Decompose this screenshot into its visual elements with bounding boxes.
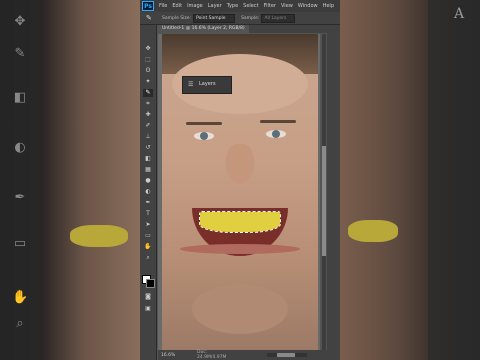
document-tab-bar: Untitled-1 @ 16.6% (Layer 2, RGB/8) (158, 25, 340, 33)
lasso-tool-icon[interactable]: ʘ (143, 67, 153, 75)
healing-tool-icon[interactable]: ✚ (143, 111, 153, 119)
ghost-eraser-icon: ◧ (13, 90, 27, 105)
sample-size-select[interactable]: Point Sample (193, 13, 236, 23)
ghost-pen-icon: ✒ (14, 190, 26, 205)
photo-right-eye (266, 130, 286, 138)
menu-bar: Ps File Edit Image Layer Type Select Fil… (140, 0, 340, 12)
ghost-panel-right (428, 0, 480, 360)
ghost-hand-icon: ✋ (12, 290, 29, 305)
photo-nose (226, 144, 254, 184)
blur-tool-icon[interactable]: ● (143, 177, 153, 185)
document-tab[interactable]: Untitled-1 @ 16.6% (Layer 2, RGB/8) (158, 25, 249, 33)
sample-size-label: Sample Size: (162, 15, 192, 21)
layers-panel-collapsed[interactable]: ☰ Layers (182, 76, 232, 94)
background-color-swatch[interactable] (146, 279, 155, 288)
eyedropper-icon[interactable]: ✎ (146, 14, 156, 22)
quick-select-tool-icon[interactable]: ✦ (143, 78, 153, 86)
menu-window[interactable]: Window (298, 3, 318, 9)
ghost-teeth-left (70, 225, 128, 247)
photo-left-brow (186, 122, 222, 125)
brush-tool-icon[interactable]: ✐ (143, 122, 153, 130)
eraser-tool-icon[interactable]: ◧ (143, 155, 153, 163)
type-tool-icon[interactable]: T (143, 210, 153, 218)
document-info: Doc: 24.9M/4.97M (197, 350, 227, 360)
sample-label: Sample: (241, 15, 260, 21)
right-panel-dock (327, 25, 340, 360)
photo-right-brow (260, 120, 296, 123)
clone-stamp-tool-icon[interactable]: ⊥ (143, 133, 153, 141)
photoshop-window: Ps File Edit Image Layer Type Select Fil… (140, 0, 340, 360)
sample-select[interactable]: All Layers (261, 13, 296, 23)
ghost-toolbar: ✥ ✎ ◧ ◐ ✒ ▭ ✋ ⌕ (0, 0, 40, 360)
layers-panel-label: Layers (199, 81, 216, 87)
photo-lower-lip (180, 244, 300, 254)
screen-mode-icon[interactable]: ▣ (143, 305, 153, 313)
move-tool-icon[interactable]: ✥ (143, 45, 153, 53)
horizontal-scrollbar[interactable] (267, 353, 307, 357)
horizontal-scroll-thumb[interactable] (277, 353, 295, 357)
menu-image[interactable]: Image (187, 3, 203, 9)
dodge-tool-icon[interactable]: ◐ (143, 188, 153, 196)
pen-tool-icon[interactable]: ✒ (143, 199, 153, 207)
tools-panel: ✥ ⬚ ʘ ✦ ✎ ⌗ ✚ ✐ ⊥ ↺ ◧ ▦ ● ◐ ✒ T ➤ ▭ ✋ ⌕ … (140, 25, 157, 360)
hand-tool-icon[interactable]: ✋ (143, 243, 153, 251)
eyedropper-tool-icon[interactable]: ✎ (143, 89, 153, 97)
teeth-selection[interactable] (199, 211, 281, 233)
menu-type[interactable]: Type (227, 3, 238, 9)
marquee-tool-icon[interactable]: ⬚ (143, 56, 153, 64)
crop-tool-icon[interactable]: ⌗ (143, 100, 153, 108)
menu-layer[interactable]: Layer (208, 3, 222, 9)
history-brush-tool-icon[interactable]: ↺ (143, 144, 153, 152)
ghost-type-icon: A (454, 6, 465, 22)
zoom-tool-icon[interactable]: ⌕ (143, 254, 153, 262)
ghost-dodge-icon: ◐ (14, 140, 26, 155)
shape-tool-icon[interactable]: ▭ (143, 232, 153, 240)
menu-filter[interactable]: Filter (264, 3, 276, 9)
ghost-zoom-icon: ⌕ (16, 316, 24, 331)
menu-help[interactable]: Help (323, 3, 334, 9)
ghost-brush-icon: ✎ (14, 46, 26, 61)
ghost-rectangle-icon: ▭ (13, 236, 27, 251)
menu-select[interactable]: Select (243, 3, 258, 9)
path-select-tool-icon[interactable]: ➤ (143, 221, 153, 229)
canvas-area[interactable]: ☰ Layers (158, 34, 320, 350)
menu-view[interactable]: View (281, 3, 293, 9)
gradient-tool-icon[interactable]: ▦ (143, 166, 153, 174)
zoom-level[interactable]: 16.6% (161, 353, 183, 358)
vertical-scroll-thumb[interactable] (322, 146, 326, 256)
status-bar: 16.6% Doc: 24.9M/4.97M (158, 350, 340, 360)
options-bar: ✎ Sample Size: Point Sample Sample: All … (140, 12, 340, 25)
ghost-move-icon: ✥ (14, 14, 26, 29)
photo-chin (192, 284, 288, 334)
menu-file[interactable]: File (159, 3, 167, 9)
quick-mask-icon[interactable]: ◙ (143, 293, 153, 301)
vertical-scrollbar[interactable] (322, 34, 326, 350)
ghost-teeth-right (348, 220, 398, 242)
photo-left-eye (194, 132, 214, 140)
layers-stack-icon: ☰ (188, 81, 194, 88)
photoshop-logo: Ps (142, 1, 154, 11)
menu-edit[interactable]: Edit (172, 3, 182, 9)
